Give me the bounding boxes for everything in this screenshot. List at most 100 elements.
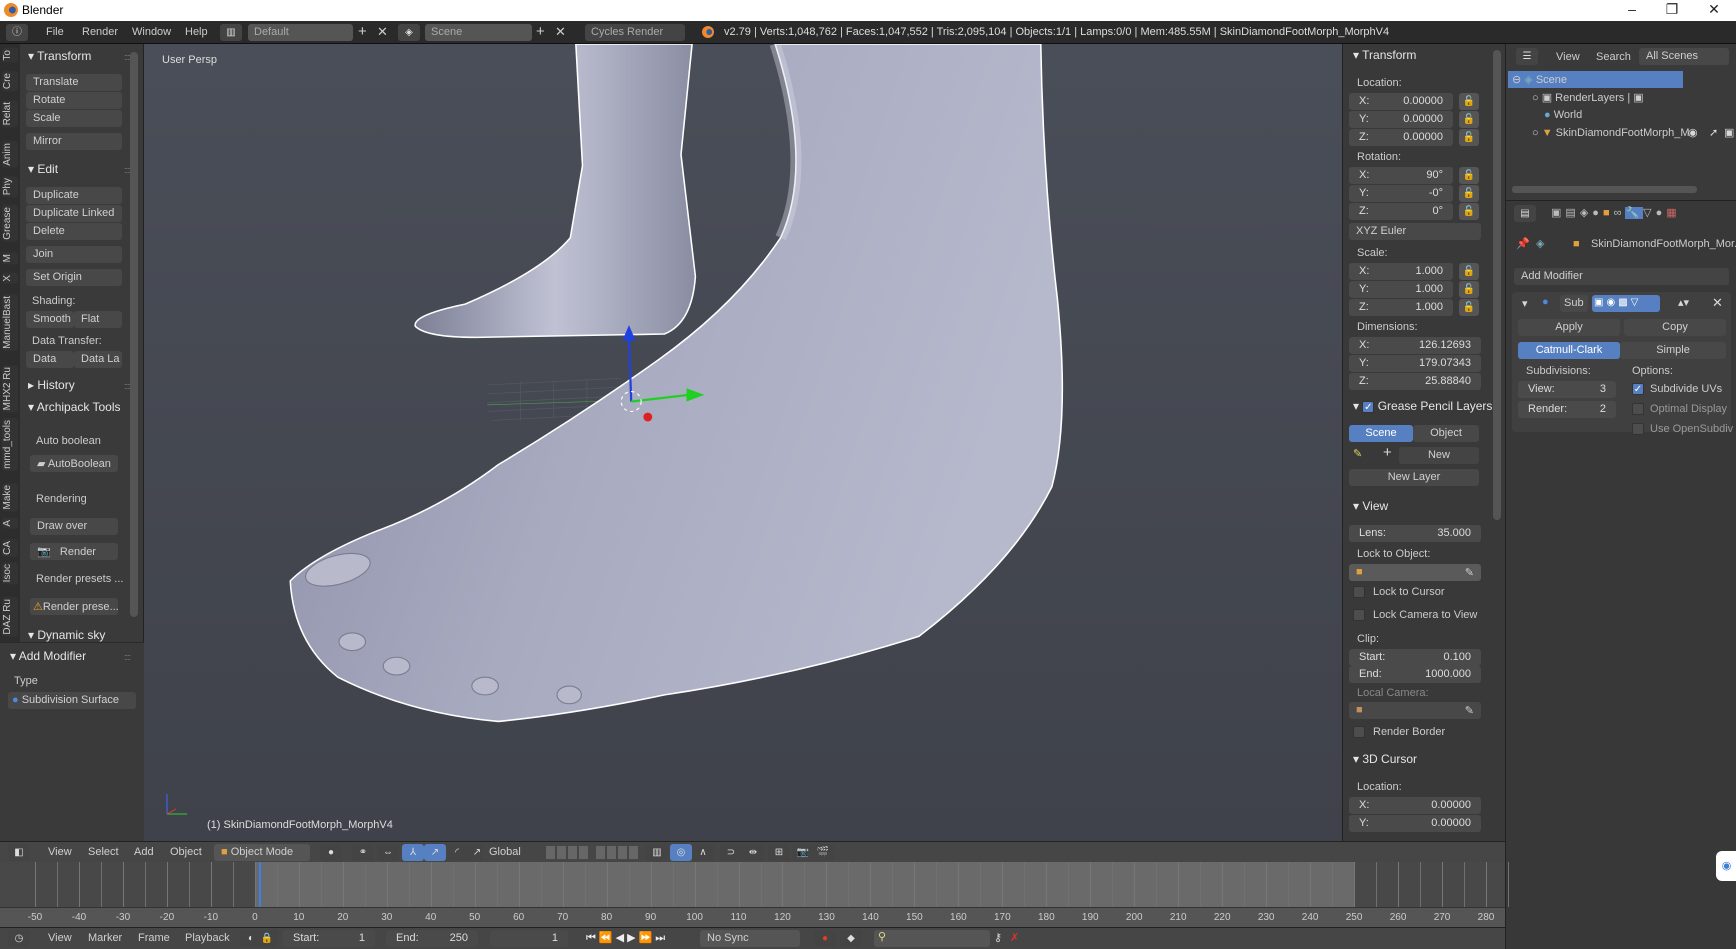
- pencil-icon[interactable]: ✎: [1353, 447, 1362, 460]
- select-menu[interactable]: Select: [88, 846, 119, 858]
- eyedropper-icon[interactable]: ✎: [1465, 566, 1474, 579]
- toolshelf-tab[interactable]: Grease: [2, 205, 18, 242]
- minimize-button[interactable]: –: [1612, 1, 1652, 17]
- menu-window[interactable]: Window: [132, 26, 171, 38]
- insert-keyframe-icon[interactable]: ⚷: [994, 931, 1002, 944]
- foot-model[interactable]: [144, 44, 1342, 841]
- grease-object-tab[interactable]: Object: [1413, 425, 1479, 442]
- maximize-button[interactable]: ❐: [1652, 1, 1692, 18]
- close-button[interactable]: ✕: [1694, 1, 1734, 18]
- rotate-button[interactable]: Rotate: [26, 92, 122, 109]
- panel-view-header[interactable]: ▾ View: [1353, 499, 1388, 513]
- menu-file[interactable]: File: [46, 26, 64, 38]
- properties-context-tabs[interactable]: ▣▤◈●■∞🔧▽●▦: [1551, 206, 1681, 219]
- panel-transform-header[interactable]: ▾ Transform: [1353, 48, 1416, 62]
- grease-pencil-enable-checkbox[interactable]: ✓: [1362, 401, 1375, 413]
- lock-icon[interactable]: 🔒: [256, 930, 278, 947]
- add-scene-button[interactable]: +: [536, 23, 545, 40]
- viewport-eye-icon[interactable]: ◉: [1606, 297, 1618, 308]
- snap-target-icon[interactable]: ⊞: [768, 844, 790, 861]
- scale-button[interactable]: Scale: [26, 110, 122, 127]
- toolshelf-tab[interactable]: To: [2, 48, 18, 63]
- lock-camera-layers-icon[interactable]: ▥: [646, 844, 668, 861]
- frame-menu[interactable]: Frame: [138, 932, 170, 944]
- data-button[interactable]: Data: [26, 351, 74, 368]
- duplicate-linked-button[interactable]: Duplicate Linked: [26, 205, 122, 222]
- panel-3d-cursor-header[interactable]: ▾ 3D Cursor: [1353, 752, 1417, 766]
- jump-keyframe-forward-button[interactable]: ⏩: [639, 932, 656, 944]
- toolshelf-tab[interactable]: Make: [2, 483, 18, 512]
- value-field[interactable]: Y: 1.000: [1349, 281, 1453, 298]
- toolshelf-tab[interactable]: Anim: [2, 141, 18, 168]
- layers-grid-1[interactable]: [546, 846, 588, 859]
- move-up-down-icon[interactable]: ▴▾: [1678, 296, 1689, 309]
- toolshelf-tab[interactable]: ManuelBast: [2, 294, 18, 351]
- lock-icon[interactable]: 🔓: [1459, 93, 1479, 110]
- timeline-view-menu[interactable]: View: [48, 932, 72, 944]
- clip-end-field[interactable]: End: 1000.000: [1349, 666, 1481, 683]
- timeline-area[interactable]: [0, 862, 1509, 910]
- value-field[interactable]: X: 1.000: [1349, 263, 1453, 280]
- jump-keyframe-back-button[interactable]: ⏪: [599, 932, 616, 944]
- join-button[interactable]: Join: [26, 246, 122, 263]
- value-field[interactable]: Y: -0°: [1349, 185, 1453, 202]
- lock-object-field[interactable]: ■ ✎: [1349, 564, 1481, 581]
- value-field[interactable]: Z: 25.88840: [1349, 373, 1481, 390]
- grease-scene-tab[interactable]: Scene: [1349, 425, 1413, 442]
- opengl-render-icon[interactable]: 📷: [792, 844, 814, 861]
- falloff-icon[interactable]: ∧: [692, 844, 714, 861]
- floating-app-icon[interactable]: ◉: [1716, 851, 1736, 881]
- play-button[interactable]: ▶: [627, 932, 638, 944]
- start-frame-field[interactable]: Start: 1: [283, 930, 375, 947]
- current-frame-indicator[interactable]: [259, 862, 262, 907]
- marker-menu[interactable]: Marker: [88, 932, 122, 944]
- menu-render[interactable]: Render: [82, 26, 118, 38]
- modifier-display-toggles[interactable]: ▣◉▩▽: [1592, 295, 1660, 312]
- value-field[interactable]: X: 126.12693: [1349, 337, 1481, 354]
- lock-icon[interactable]: 🔓: [1459, 299, 1479, 316]
- jump-start-button[interactable]: ⏮: [586, 932, 599, 944]
- editor-type-icon[interactable]: ◧: [8, 844, 30, 861]
- toolshelf-scrollbar[interactable]: [130, 52, 138, 617]
- toolshelf-tab[interactable]: Phy: [2, 176, 18, 198]
- simple-tab[interactable]: Simple: [1620, 342, 1726, 359]
- rotate-manipulator-icon[interactable]: ◜: [446, 844, 468, 861]
- opengl-anim-icon[interactable]: 🎬: [812, 844, 834, 861]
- add-layout-button[interactable]: +: [358, 23, 367, 40]
- panel-archipack-header[interactable]: ▾ Archipack Tools: [28, 400, 121, 414]
- toolshelf-tab[interactable]: DAZ Ru: [2, 597, 18, 637]
- toolshelf-tab[interactable]: A: [2, 518, 18, 529]
- render-presets-button[interactable]: ⚠Render prese...: [30, 598, 118, 615]
- translate-button[interactable]: Translate: [26, 74, 122, 91]
- lock-to-cursor-checkbox[interactable]: [1353, 586, 1365, 598]
- object-menu[interactable]: Object: [170, 846, 202, 858]
- properties-editor-icon[interactable]: ▤: [1514, 205, 1536, 222]
- outliner-hscrollbar[interactable]: [1512, 186, 1697, 193]
- menu-help[interactable]: Help: [185, 26, 208, 38]
- scene-field[interactable]: Scene: [425, 24, 532, 41]
- toolshelf-tab[interactable]: M: [2, 252, 18, 265]
- outliner-view-menu[interactable]: View: [1556, 51, 1580, 63]
- toolshelf-tab[interactable]: Cre: [2, 71, 18, 92]
- object-tab-icon[interactable]: ■: [1603, 207, 1614, 219]
- lock-icon[interactable]: 🔓: [1459, 111, 1479, 128]
- record-icon[interactable]: ●: [814, 930, 836, 947]
- modifier-type-select[interactable]: ● Subdivision Surface: [8, 692, 136, 709]
- outliner-item-object[interactable]: ○ ▼ SkinDiamondFootMorph_M: [1532, 127, 1708, 139]
- new-grease-button[interactable]: New: [1399, 447, 1479, 464]
- toolshelf-tab[interactable]: CA: [2, 539, 18, 557]
- copy-button[interactable]: Copy: [1624, 319, 1726, 336]
- layout-field[interactable]: Default: [248, 24, 353, 41]
- current-frame-field[interactable]: 1: [490, 930, 568, 947]
- panel-add-modifier-header[interactable]: ▾ Add Modifier: [10, 649, 86, 663]
- toolshelf-tab[interactable]: MHX2 Ru: [2, 365, 18, 413]
- optimal-display-checkbox[interactable]: [1632, 403, 1644, 415]
- modifiers-tab-icon[interactable]: 🔧: [1625, 207, 1644, 219]
- select-cursor-icon[interactable]: ➚: [1709, 126, 1718, 139]
- timeline-editor-icon[interactable]: ◷: [8, 930, 30, 947]
- keyframe-type-icon[interactable]: ◆: [840, 930, 862, 947]
- move-manipulator-icon[interactable]: ↗: [424, 844, 446, 861]
- render-levels-field[interactable]: Render: 2: [1518, 401, 1616, 418]
- value-field[interactable]: Z: 1.000: [1349, 299, 1453, 316]
- panel-transform-header[interactable]: ▾ Transform: [28, 49, 91, 63]
